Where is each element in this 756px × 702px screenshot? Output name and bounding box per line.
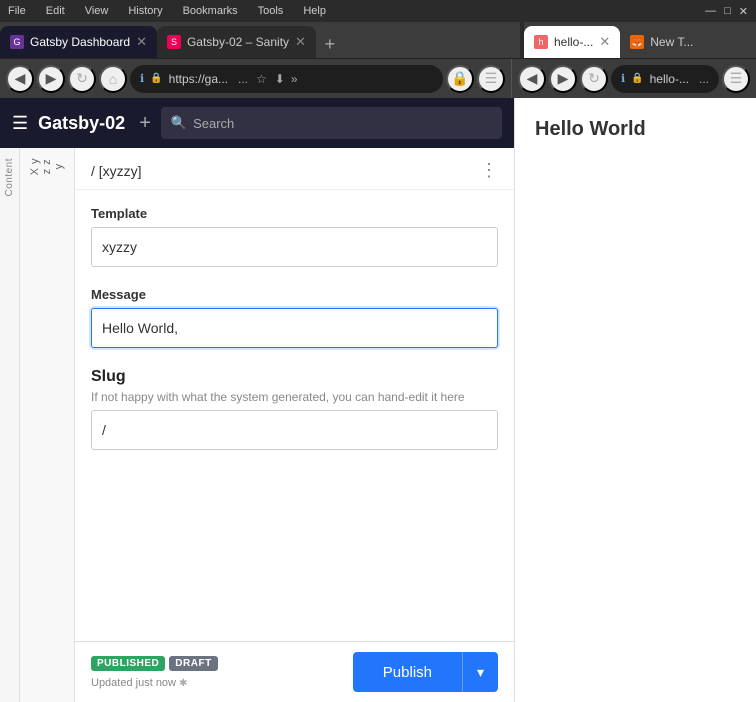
menu-history-label[interactable]: History: [128, 5, 162, 17]
url-extra[interactable]: »: [291, 72, 298, 86]
win-maximize[interactable]: □: [724, 5, 731, 18]
message-label: Message: [91, 287, 498, 302]
tab-hello-label: hello-...: [554, 35, 593, 49]
tab-hello[interactable]: h hello-... ✕: [524, 26, 620, 58]
home-btn-left[interactable]: ⌂: [99, 65, 127, 93]
tab-hello-close[interactable]: ✕: [599, 34, 610, 50]
publish-dropdown-button[interactable]: ▾: [462, 652, 498, 692]
tab-gatsby[interactable]: G Gatsby Dashboard ✕: [0, 26, 157, 58]
menu-btn-right[interactable]: ☰: [722, 65, 750, 93]
cms-add-btn[interactable]: +: [139, 112, 151, 135]
doc-form: Template Message Slug If not happy with …: [75, 190, 514, 641]
doc-header: / [xyzzy] ⋮: [75, 148, 514, 190]
preview-content: Hello World: [515, 98, 756, 702]
refresh-btn-left[interactable]: ↻: [68, 65, 96, 93]
tab-new-label: New T...: [650, 35, 693, 49]
extensions-btn[interactable]: 🔒: [446, 65, 474, 93]
content-label: Content: [4, 158, 15, 197]
badges-row: PUBLISHED DRAFT: [91, 656, 218, 671]
url-text-left: https://ga...: [169, 72, 228, 86]
search-placeholder: Search: [193, 116, 234, 131]
url-bookmark-icon[interactable]: ☆: [256, 72, 267, 86]
main-area: ☰ Gatsby-02 + 🔍 Search Content X yz zy: [0, 98, 756, 702]
cms-menu-icon[interactable]: ☰: [12, 113, 28, 134]
published-badge: PUBLISHED: [91, 656, 165, 671]
new-favicon: 🦊: [630, 35, 644, 49]
right-url-more[interactable]: ...: [699, 72, 709, 86]
cms-panel: ☰ Gatsby-02 + 🔍 Search Content X yz zy: [0, 98, 515, 702]
cms-search-bar[interactable]: 🔍 Search: [161, 107, 502, 139]
menu-bookmarks[interactable]: Bookmarks: [183, 5, 238, 17]
doc-path: / [xyzzy]: [91, 163, 142, 179]
slug-field-group: Slug If not happy with what the system g…: [91, 368, 498, 450]
slug-label: Slug: [91, 368, 498, 386]
chevron-down-icon: ▾: [477, 664, 484, 681]
slug-input[interactable]: [91, 410, 498, 450]
back-btn-left[interactable]: ◀: [6, 65, 34, 93]
menu-file[interactable]: File: [8, 5, 26, 17]
tab-gatsby-label: Gatsby Dashboard: [30, 35, 130, 49]
status-area: PUBLISHED DRAFT Updated just now ✱: [91, 656, 218, 689]
cms-content-area: / [xyzzy] ⋮ Template Message: [75, 148, 514, 702]
hello-favicon: h: [534, 35, 548, 49]
cms-bottom-bar: PUBLISHED DRAFT Updated just now ✱ Publi…: [75, 641, 514, 702]
url-bar-right[interactable]: ℹ 🔒 hello-... ...: [611, 65, 719, 93]
tab-new[interactable]: 🦊 New T...: [620, 26, 703, 58]
publish-button[interactable]: Publish: [353, 652, 462, 692]
menu-help[interactable]: Help: [303, 5, 326, 17]
search-icon: 🔍: [171, 115, 187, 131]
gatsby-favicon: G: [10, 35, 24, 49]
url-bar-left[interactable]: ℹ 🔒 https://ga... ... ☆ ⬇ »: [130, 65, 443, 93]
url-more[interactable]: ...: [238, 72, 248, 86]
doc-menu-btn[interactable]: ⋮: [480, 160, 498, 181]
menu-btn-left[interactable]: ☰: [477, 65, 505, 93]
message-input[interactable]: [91, 308, 498, 348]
right-url-text: hello-...: [650, 72, 689, 86]
preview-panel: Hello World: [515, 98, 756, 702]
forward-btn-left[interactable]: ▶: [37, 65, 65, 93]
menu-edit[interactable]: Edit: [46, 5, 65, 17]
sidebar-xyz-label: X yz zy: [29, 158, 65, 175]
browser-window: File Edit View Gatsby Dashboard History …: [0, 0, 756, 702]
right-url-info: ℹ: [621, 72, 625, 85]
preview-title: Hello World: [535, 118, 646, 140]
win-close[interactable]: ✕: [739, 5, 748, 18]
tab-sanity-close[interactable]: ✕: [295, 34, 306, 50]
updated-icon: ✱: [179, 678, 187, 689]
tab-sanity-label: Gatsby-02 – Sanity: [187, 35, 289, 49]
url-download-icon[interactable]: ⬇: [275, 72, 285, 86]
sanity-favicon: S: [167, 35, 181, 49]
right-url-lock: 🔒: [631, 73, 643, 84]
slug-hint: If not happy with what the system genera…: [91, 390, 498, 404]
url-lock-icon: 🔒: [150, 73, 162, 84]
cms-title: Gatsby-02: [38, 113, 125, 134]
publish-btn-group: Publish ▾: [353, 652, 498, 692]
side-labels: Content: [0, 148, 20, 702]
forward-btn-right[interactable]: ▶: [549, 65, 577, 93]
template-label: Template: [91, 206, 498, 221]
cms-header: ☰ Gatsby-02 + 🔍 Search: [0, 98, 514, 148]
updated-text: Updated just now ✱: [91, 677, 218, 689]
new-tab-button[interactable]: +: [316, 30, 344, 58]
cms-sidebar: X yz zy: [20, 148, 75, 702]
tab-sanity[interactable]: S Gatsby-02 – Sanity ✕: [157, 26, 316, 58]
template-field-group: Template: [91, 206, 498, 267]
template-input[interactable]: [91, 227, 498, 267]
message-field-group: Message: [91, 287, 498, 348]
tab-gatsby-close[interactable]: ✕: [136, 34, 147, 50]
draft-badge: DRAFT: [169, 656, 217, 671]
url-info-icon: ℹ: [140, 72, 144, 85]
refresh-btn-right[interactable]: ↻: [580, 65, 608, 93]
menu-view[interactable]: View: [85, 5, 109, 17]
back-btn-right[interactable]: ◀: [518, 65, 546, 93]
menu-tools[interactable]: Tools: [258, 5, 284, 17]
cms-body: Content X yz zy / [xyzzy] ⋮: [0, 148, 514, 702]
win-minimize[interactable]: —: [705, 5, 716, 18]
